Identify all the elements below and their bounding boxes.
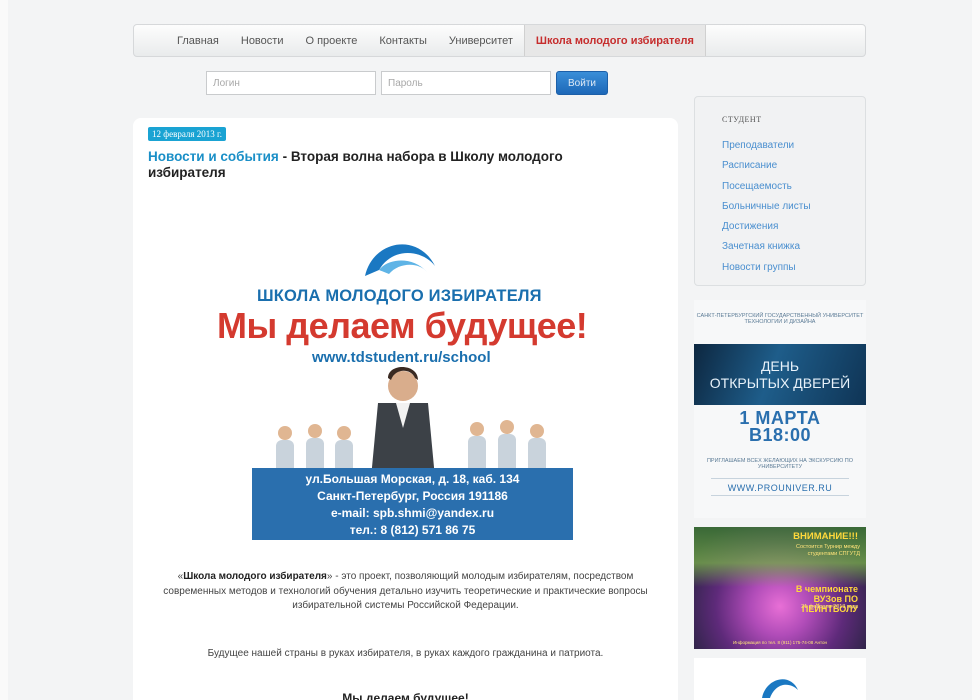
banner-org-name: САНКТ-ПЕТЕРБУРГСКИЙ ГОСУДАРСТВЕННЫЙ УНИВ… <box>696 313 864 325</box>
sidebar-links: Преподаватели Расписание Посещаемость Бо… <box>722 136 811 278</box>
headline-separator: - <box>278 149 291 164</box>
sidebar-link-record-book[interactable]: Зачетная книжка <box>722 237 811 257</box>
poster-title: ШКОЛА МОЛОДОГО ИЗБИРАТЕЛЯ <box>257 287 542 305</box>
banner-divider-bottom <box>711 495 849 496</box>
poster-url: www.tdstudent.ru/school <box>312 349 491 366</box>
sidebar-link-teachers[interactable]: Преподаватели <box>722 136 811 156</box>
poster-image: ШКОЛА МОЛОДОГО ИЗБИРАТЕЛЯ Мы делаем буду… <box>213 228 593 558</box>
banner-event-line-1: ДЕНЬ <box>760 358 800 374</box>
page-gutter-right <box>972 0 980 700</box>
paintball-text: Состоится Турнир между студентами СПГУТД <box>796 544 860 557</box>
paintball-title: ВНИМАНИЕ!!! <box>793 531 858 542</box>
paintball-footer: Информация по тел. 8 (911) 175-74-08 Ант… <box>733 640 827 645</box>
date-badge: 12 февраля 2013 г. <box>148 127 226 141</box>
article-description: «Школа молодого избирателя» - это проект… <box>153 570 658 614</box>
sidebar-link-attendance[interactable]: Посещаемость <box>722 177 811 197</box>
banner-url: WWW.PROUNIVER.RU <box>727 483 833 493</box>
swoosh-logo-icon <box>762 679 798 698</box>
desc-project-name: Школа молодого избирателя <box>183 571 327 582</box>
article-card: 12 февраля 2013 г. Новости и события - В… <box>133 118 678 700</box>
open-day-banner[interactable]: САНКТ-ПЕТЕРБУРГСКИЙ ГОСУДАРСТВЕННЫЙ УНИВ… <box>694 300 866 518</box>
article-paragraph-2: Будущее нашей страны в руках избирателя,… <box>207 648 604 659</box>
banner-divider-top <box>711 478 849 479</box>
nav-item-home[interactable]: Главная <box>166 25 230 56</box>
poster-slogan: Мы делаем будущее! <box>217 305 588 346</box>
login-form: Войти <box>206 71 608 95</box>
sidebar-link-sick-leave[interactable]: Больничные листы <box>722 197 811 217</box>
sidebar-link-schedule[interactable]: Расписание <box>722 156 811 176</box>
nav-items: Главная Новости О проекте Контакты Униве… <box>166 25 706 56</box>
article-headline: Новости и события - Вторая волна набора … <box>148 149 618 181</box>
woman-figure <box>371 366 435 478</box>
nav-item-about[interactable]: О проекте <box>294 25 368 56</box>
banner-event-strip: ДЕНЬ ОТКРЫТЫХ ДВЕРЕЙ <box>694 344 866 405</box>
paintball-date: 21 февраля 2013 года <box>801 604 858 610</box>
banner-event-line-2: ОТКРЫТЫХ ДВЕРЕЙ <box>709 375 851 391</box>
nav-item-school[interactable]: Школа молодого избирателя <box>523 25 706 56</box>
password-input[interactable] <box>381 71 551 95</box>
login-input[interactable] <box>206 71 376 95</box>
poster-address-2: Санкт-Петербург, Россия 191186 <box>317 489 508 503</box>
nav-item-news[interactable]: Новости <box>230 25 295 56</box>
banner-date: 1 МАРТА В18:00 <box>694 409 866 445</box>
poster-phone: тел.: 8 (812) 571 86 75 <box>349 523 476 537</box>
student-sidebar: СТУДЕНТ Преподаватели Расписание Посещае… <box>694 96 866 286</box>
banner-date-line-2: В18:00 <box>748 425 812 445</box>
banner-invite: ПРИГЛАШАЕМ ВСЕХ ЖЕЛАЮЩИХ НА ЭКСКУРСИЮ ПО… <box>706 458 854 470</box>
top-nav: Главная Новости О проекте Контакты Униве… <box>133 24 866 57</box>
login-button[interactable]: Войти <box>556 71 608 95</box>
category-link[interactable]: Новости и события <box>148 149 279 164</box>
sidebar-link-achievements[interactable]: Достижения <box>722 217 811 237</box>
sidebar-link-group-news[interactable]: Новости группы <box>722 258 811 278</box>
nav-item-contacts[interactable]: Контакты <box>368 25 438 56</box>
sidebar-title: СТУДЕНТ <box>722 115 762 124</box>
paintball-banner[interactable]: ВНИМАНИЕ!!! Состоится Турнир между студе… <box>694 527 866 649</box>
article-paragraph-3: Мы делаем будущее! <box>342 691 469 700</box>
school-logo-banner[interactable] <box>694 658 866 700</box>
page-gutter-left <box>0 0 8 700</box>
poster-address-1: ул.Большая Морская, д. 18, каб. 134 <box>305 472 520 486</box>
poster-contact-box: ул.Большая Морская, д. 18, каб. 134 Санк… <box>252 468 573 540</box>
nav-item-university[interactable]: Университет <box>438 25 524 56</box>
poster-email: e-mail: spb.shmi@yandex.ru <box>330 506 495 520</box>
